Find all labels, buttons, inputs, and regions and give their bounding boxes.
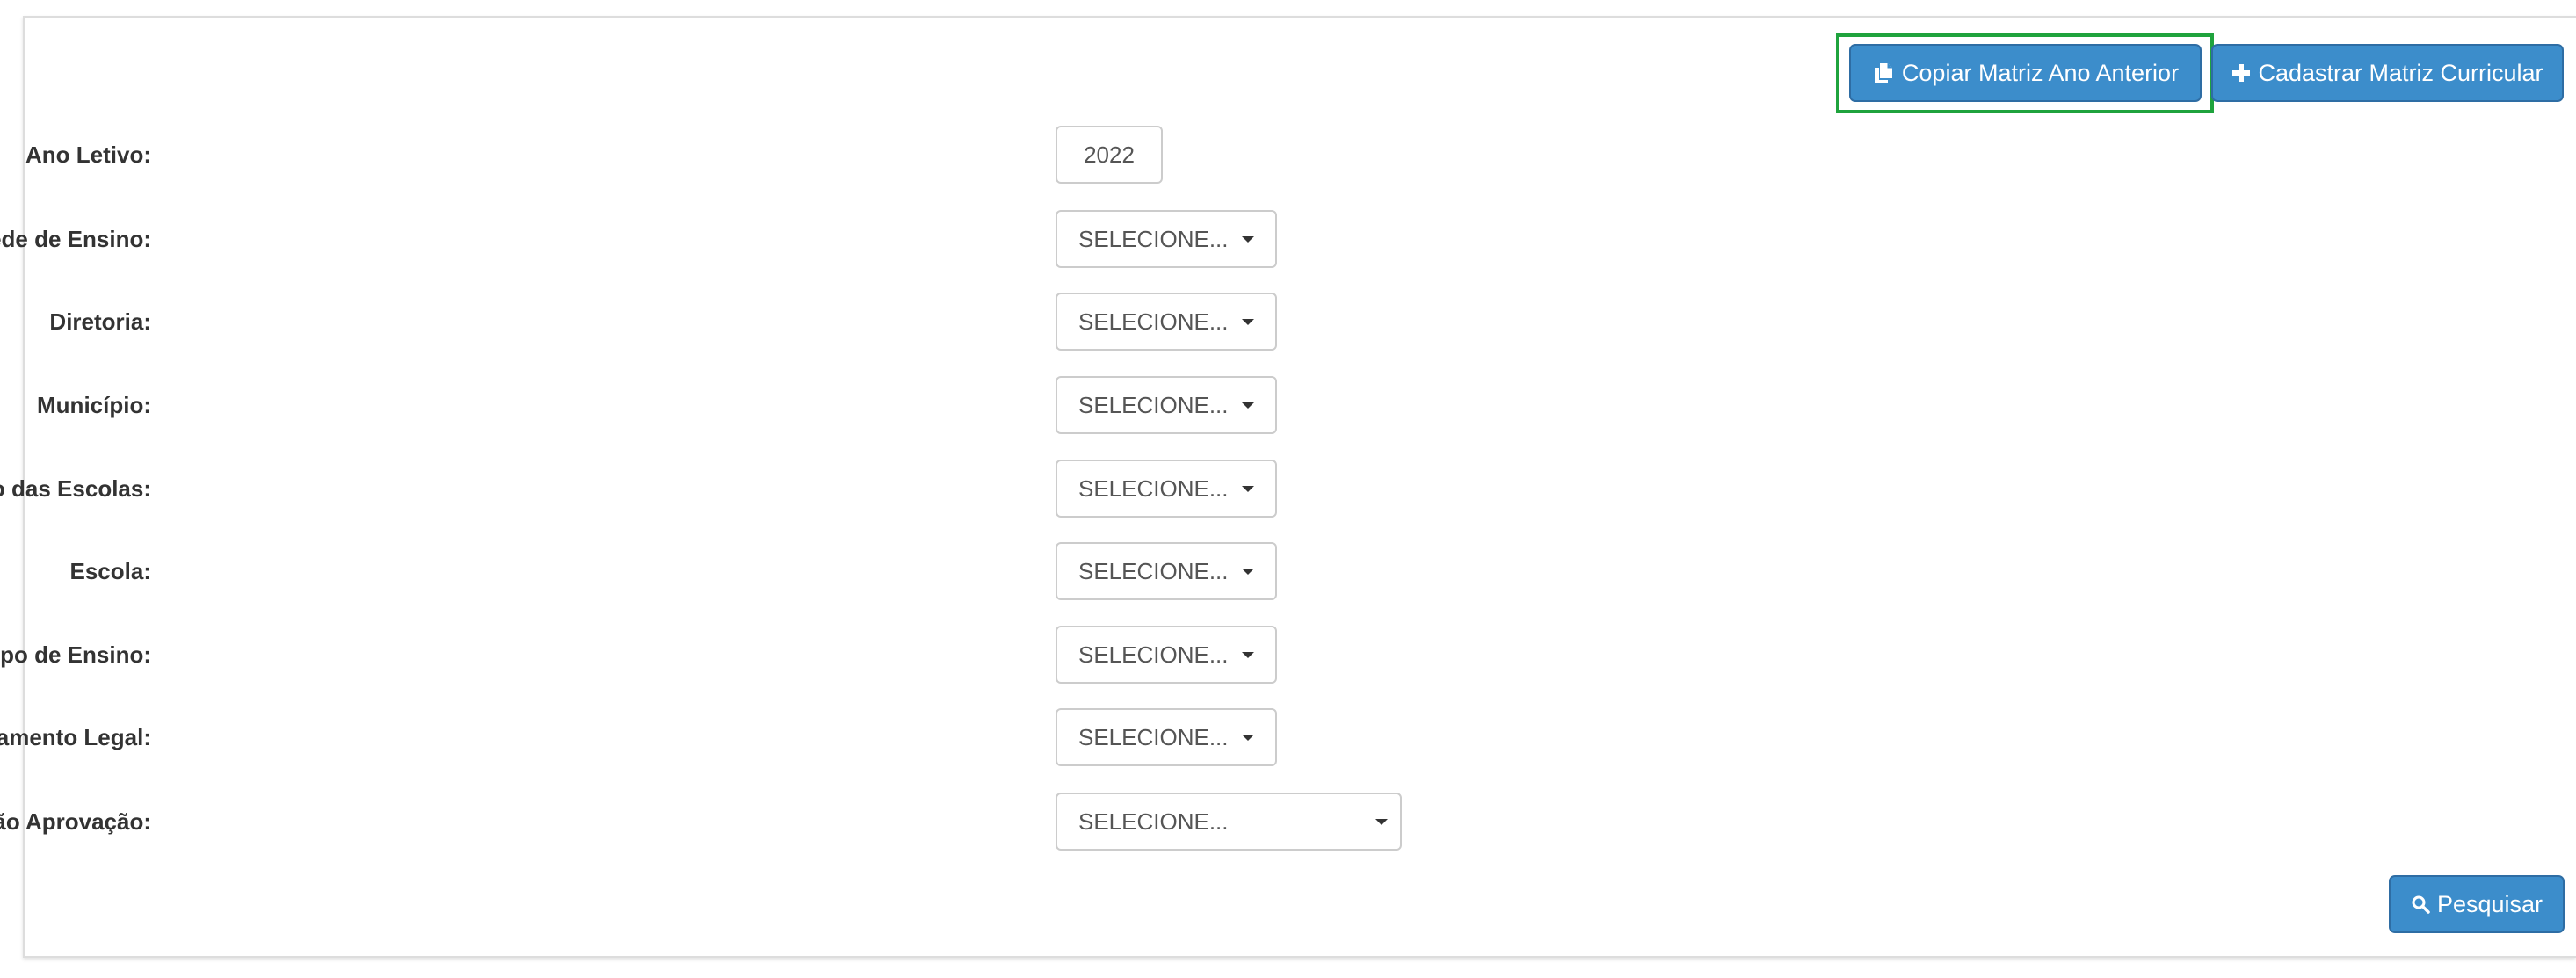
form-row-escola: Escola: SELECIONE...	[0, 542, 1494, 600]
form-row-diretoria: Diretoria: SELECIONE...	[0, 293, 1494, 351]
caret-down-icon	[1242, 402, 1254, 409]
copy-icon	[1872, 62, 1895, 84]
situacao-escolas-value: SELECIONE...	[1078, 475, 1229, 502]
search-icon	[2411, 895, 2430, 914]
municipio-value: SELECIONE...	[1078, 391, 1229, 418]
caret-down-icon	[1375, 819, 1388, 825]
diretoria-select[interactable]: SELECIONE...	[1056, 293, 1277, 351]
escola-value: SELECIONE...	[1078, 557, 1229, 584]
caret-down-icon	[1242, 236, 1254, 243]
form-row-rede-ensino: Rede de Ensino: SELECIONE...	[0, 210, 1494, 268]
register-curriculum-matrix-button[interactable]: Cadastrar Matriz Curricular	[2211, 44, 2564, 102]
rede-ensino-label: Rede de Ensino:	[0, 226, 151, 252]
tipo-ensino-value: SELECIONE...	[1078, 641, 1229, 668]
form-row-ano-letivo: Ano Letivo: 2022	[0, 126, 1494, 184]
search-button[interactable]: Pesquisar	[2389, 875, 2565, 933]
situacao-aprovacao-select[interactable]: SELECIONE...	[1056, 793, 1402, 851]
form-row-fundamento-legal: Fundamento Legal: SELECIONE...	[0, 708, 1494, 766]
situacao-escolas-label: Situação das Escolas:	[0, 475, 151, 502]
fundamento-legal-value: SELECIONE...	[1078, 723, 1229, 750]
rede-ensino-select[interactable]: SELECIONE...	[1056, 210, 1277, 268]
situacao-aprovacao-label: Situação Aprovação:	[0, 808, 151, 835]
caret-down-icon	[1242, 652, 1254, 658]
escola-label: Escola:	[69, 558, 152, 584]
form-row-tipo-ensino: Tipo de Ensino: SELECIONE...	[0, 626, 1494, 684]
situacao-escolas-select[interactable]: SELECIONE...	[1056, 460, 1277, 518]
situacao-aprovacao-value: SELECIONE...	[1078, 808, 1229, 835]
ano-letivo-input[interactable]: 2022	[1056, 126, 1163, 184]
form-row-situacao-escolas: Situação das Escolas: SELECIONE...	[0, 460, 1494, 518]
add-button-label: Cadastrar Matriz Curricular	[2258, 59, 2543, 86]
caret-down-icon	[1242, 569, 1254, 575]
caret-down-icon	[1242, 735, 1254, 741]
caret-down-icon	[1242, 486, 1254, 492]
copy-button-label: Copiar Matriz Ano Anterior	[1901, 59, 2180, 86]
plus-icon	[2231, 63, 2251, 83]
ano-letivo-label: Ano Letivo:	[25, 141, 151, 168]
diretoria-label: Diretoria:	[49, 308, 151, 335]
rede-ensino-value: SELECIONE...	[1078, 225, 1229, 252]
diretoria-value: SELECIONE...	[1078, 308, 1229, 335]
caret-down-icon	[1242, 319, 1254, 325]
municipio-label: Município:	[37, 392, 151, 418]
tipo-ensino-label: Tipo de Ensino:	[0, 641, 151, 668]
escola-select[interactable]: SELECIONE...	[1056, 542, 1277, 600]
municipio-select[interactable]: SELECIONE...	[1056, 376, 1277, 434]
fundamento-legal-label: Fundamento Legal:	[0, 724, 151, 750]
form-row-situacao-aprovacao: Situação Aprovação: SELECIONE...	[0, 793, 1494, 851]
tipo-ensino-select[interactable]: SELECIONE...	[1056, 626, 1277, 684]
fundamento-legal-select[interactable]: SELECIONE...	[1056, 708, 1277, 766]
search-button-label: Pesquisar	[2436, 890, 2543, 917]
form-row-municipio: Município: SELECIONE...	[0, 376, 1494, 434]
copy-previous-year-matrix-button[interactable]: Copiar Matriz Ano Anterior	[1849, 44, 2202, 102]
